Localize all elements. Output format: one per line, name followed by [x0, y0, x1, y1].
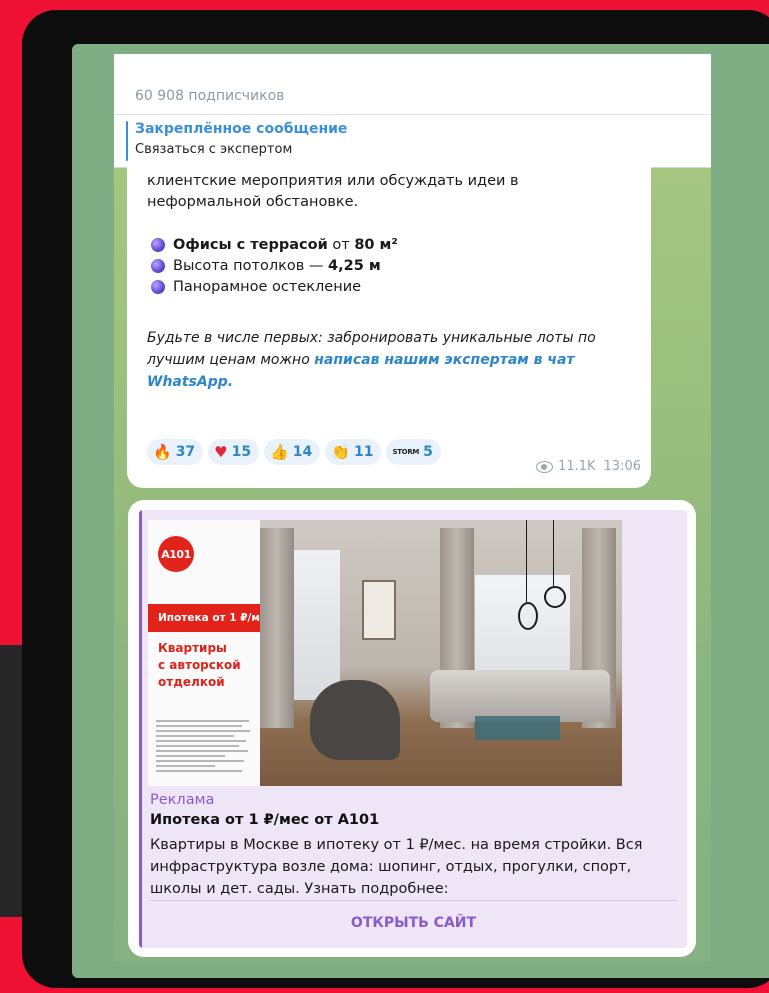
feature-item: Панорамное остекление [151, 276, 398, 297]
reaction-fire[interactable]: 🔥 37 [147, 439, 204, 465]
lounge-chair [310, 680, 400, 760]
reaction-count: 14 [292, 444, 313, 460]
tablet-screen: 60 908 подписчиков Закреплённое сообщени… [72, 44, 769, 978]
heart-emoji-icon: ♥ [214, 443, 228, 461]
feature-item: Офисы с террасой от 80 м² [151, 234, 398, 255]
post-meta: 11.1K 13:06 [536, 459, 641, 474]
chat-area[interactable]: 60 908 подписчиков Закреплённое сообщени… [114, 54, 711, 961]
fire-emoji-icon: 🔥 [153, 443, 172, 461]
reaction-clap[interactable]: 👏 11 [325, 439, 382, 465]
reaction-heart[interactable]: ♥ 15 [208, 439, 260, 465]
eye-icon [536, 460, 554, 473]
pinned-text: Связаться с экспертом [135, 142, 293, 157]
sofa [430, 670, 610, 722]
pinned-title: Закреплённое сообщение [135, 121, 348, 137]
reactions-bar: 🔥 37 ♥ 15 👍 14 👏 11 STORM 5 [147, 439, 441, 465]
reaction-storm[interactable]: STORM 5 [386, 439, 441, 465]
coffee-table [475, 716, 560, 740]
open-site-button[interactable]: ОТКРЫТЬ САЙТ [150, 904, 677, 942]
pendant-lamp [544, 586, 566, 608]
feature-text: Высота потолков — [173, 257, 329, 274]
reaction-count: 5 [423, 444, 433, 460]
ad-image-banner: Ипотека от 1 ₽/мес. [148, 604, 278, 632]
purple-circle-icon [151, 258, 165, 273]
purple-circle-icon [151, 279, 165, 294]
reaction-thumbs-up[interactable]: 👍 14 [264, 439, 321, 465]
subscriber-count: 60 908 подписчиков [135, 88, 285, 104]
wall-picture [362, 580, 396, 640]
ad-accent-bar [139, 510, 142, 948]
ad-image-headline: Квартиры с авторской отделкой [158, 641, 241, 689]
a101-logo: A101 [158, 536, 194, 572]
post-time: 13:06 [603, 459, 641, 474]
sponsored-message[interactable]: A101 Ипотека от 1 ₽/мес. Квартиры с авто… [128, 500, 696, 957]
reaction-count: 11 [353, 444, 374, 460]
feature-value: 4,25 м [328, 257, 381, 274]
ad-fine-print [156, 720, 254, 778]
post-cta: Будьте в числе первых: забронировать уни… [147, 327, 647, 393]
purple-circle-icon [151, 237, 165, 252]
tablet-frame: 60 908 подписчиков Закреплённое сообщени… [22, 10, 769, 988]
post-intro: клиентские мероприятия или обсуждать иде… [147, 173, 519, 210]
storm-sticker-icon: STORM [392, 448, 420, 456]
pendant-lamp [518, 602, 538, 630]
ad-card[interactable]: A101 Ипотека от 1 ₽/мес. Квартиры с авто… [139, 510, 687, 948]
feature-text: от [327, 236, 355, 253]
reaction-count: 15 [231, 444, 252, 460]
thumbs-up-emoji-icon: 👍 [270, 443, 289, 461]
channel-header[interactable]: 60 908 подписчиков [114, 54, 711, 115]
channel-post[interactable]: клиентские мероприятия или обсуждать иде… [127, 167, 651, 488]
ad-title: Ипотека от 1 ₽/мес от А101 [150, 812, 380, 828]
pinned-message-bar[interactable]: Закреплённое сообщение Связаться с экспе… [114, 115, 711, 168]
ad-body: Квартиры в Москве в ипотеку от 1 ₽/мес. … [150, 837, 643, 897]
pinned-indicator [126, 121, 128, 161]
view-count: 11.1K [558, 459, 596, 474]
feature-bold: Офисы с террасой [173, 236, 328, 253]
ad-image[interactable]: A101 Ипотека от 1 ₽/мес. Квартиры с авто… [148, 520, 622, 786]
interior-photo [260, 520, 622, 786]
ad-label: Реклама [150, 792, 215, 808]
feature-item: Высота потолков — 4,25 м [151, 255, 398, 276]
feature-value: 80 м² [354, 236, 398, 253]
clap-emoji-icon: 👏 [331, 443, 350, 461]
reaction-count: 37 [175, 444, 196, 460]
ad-image-text-panel: A101 Ипотека от 1 ₽/мес. Квартиры с авто… [148, 520, 278, 786]
feature-list: Офисы с террасой от 80 м² Высота потолко… [151, 234, 398, 297]
ad-divider [150, 900, 677, 901]
feature-text: Панорамное остекление [173, 278, 362, 295]
